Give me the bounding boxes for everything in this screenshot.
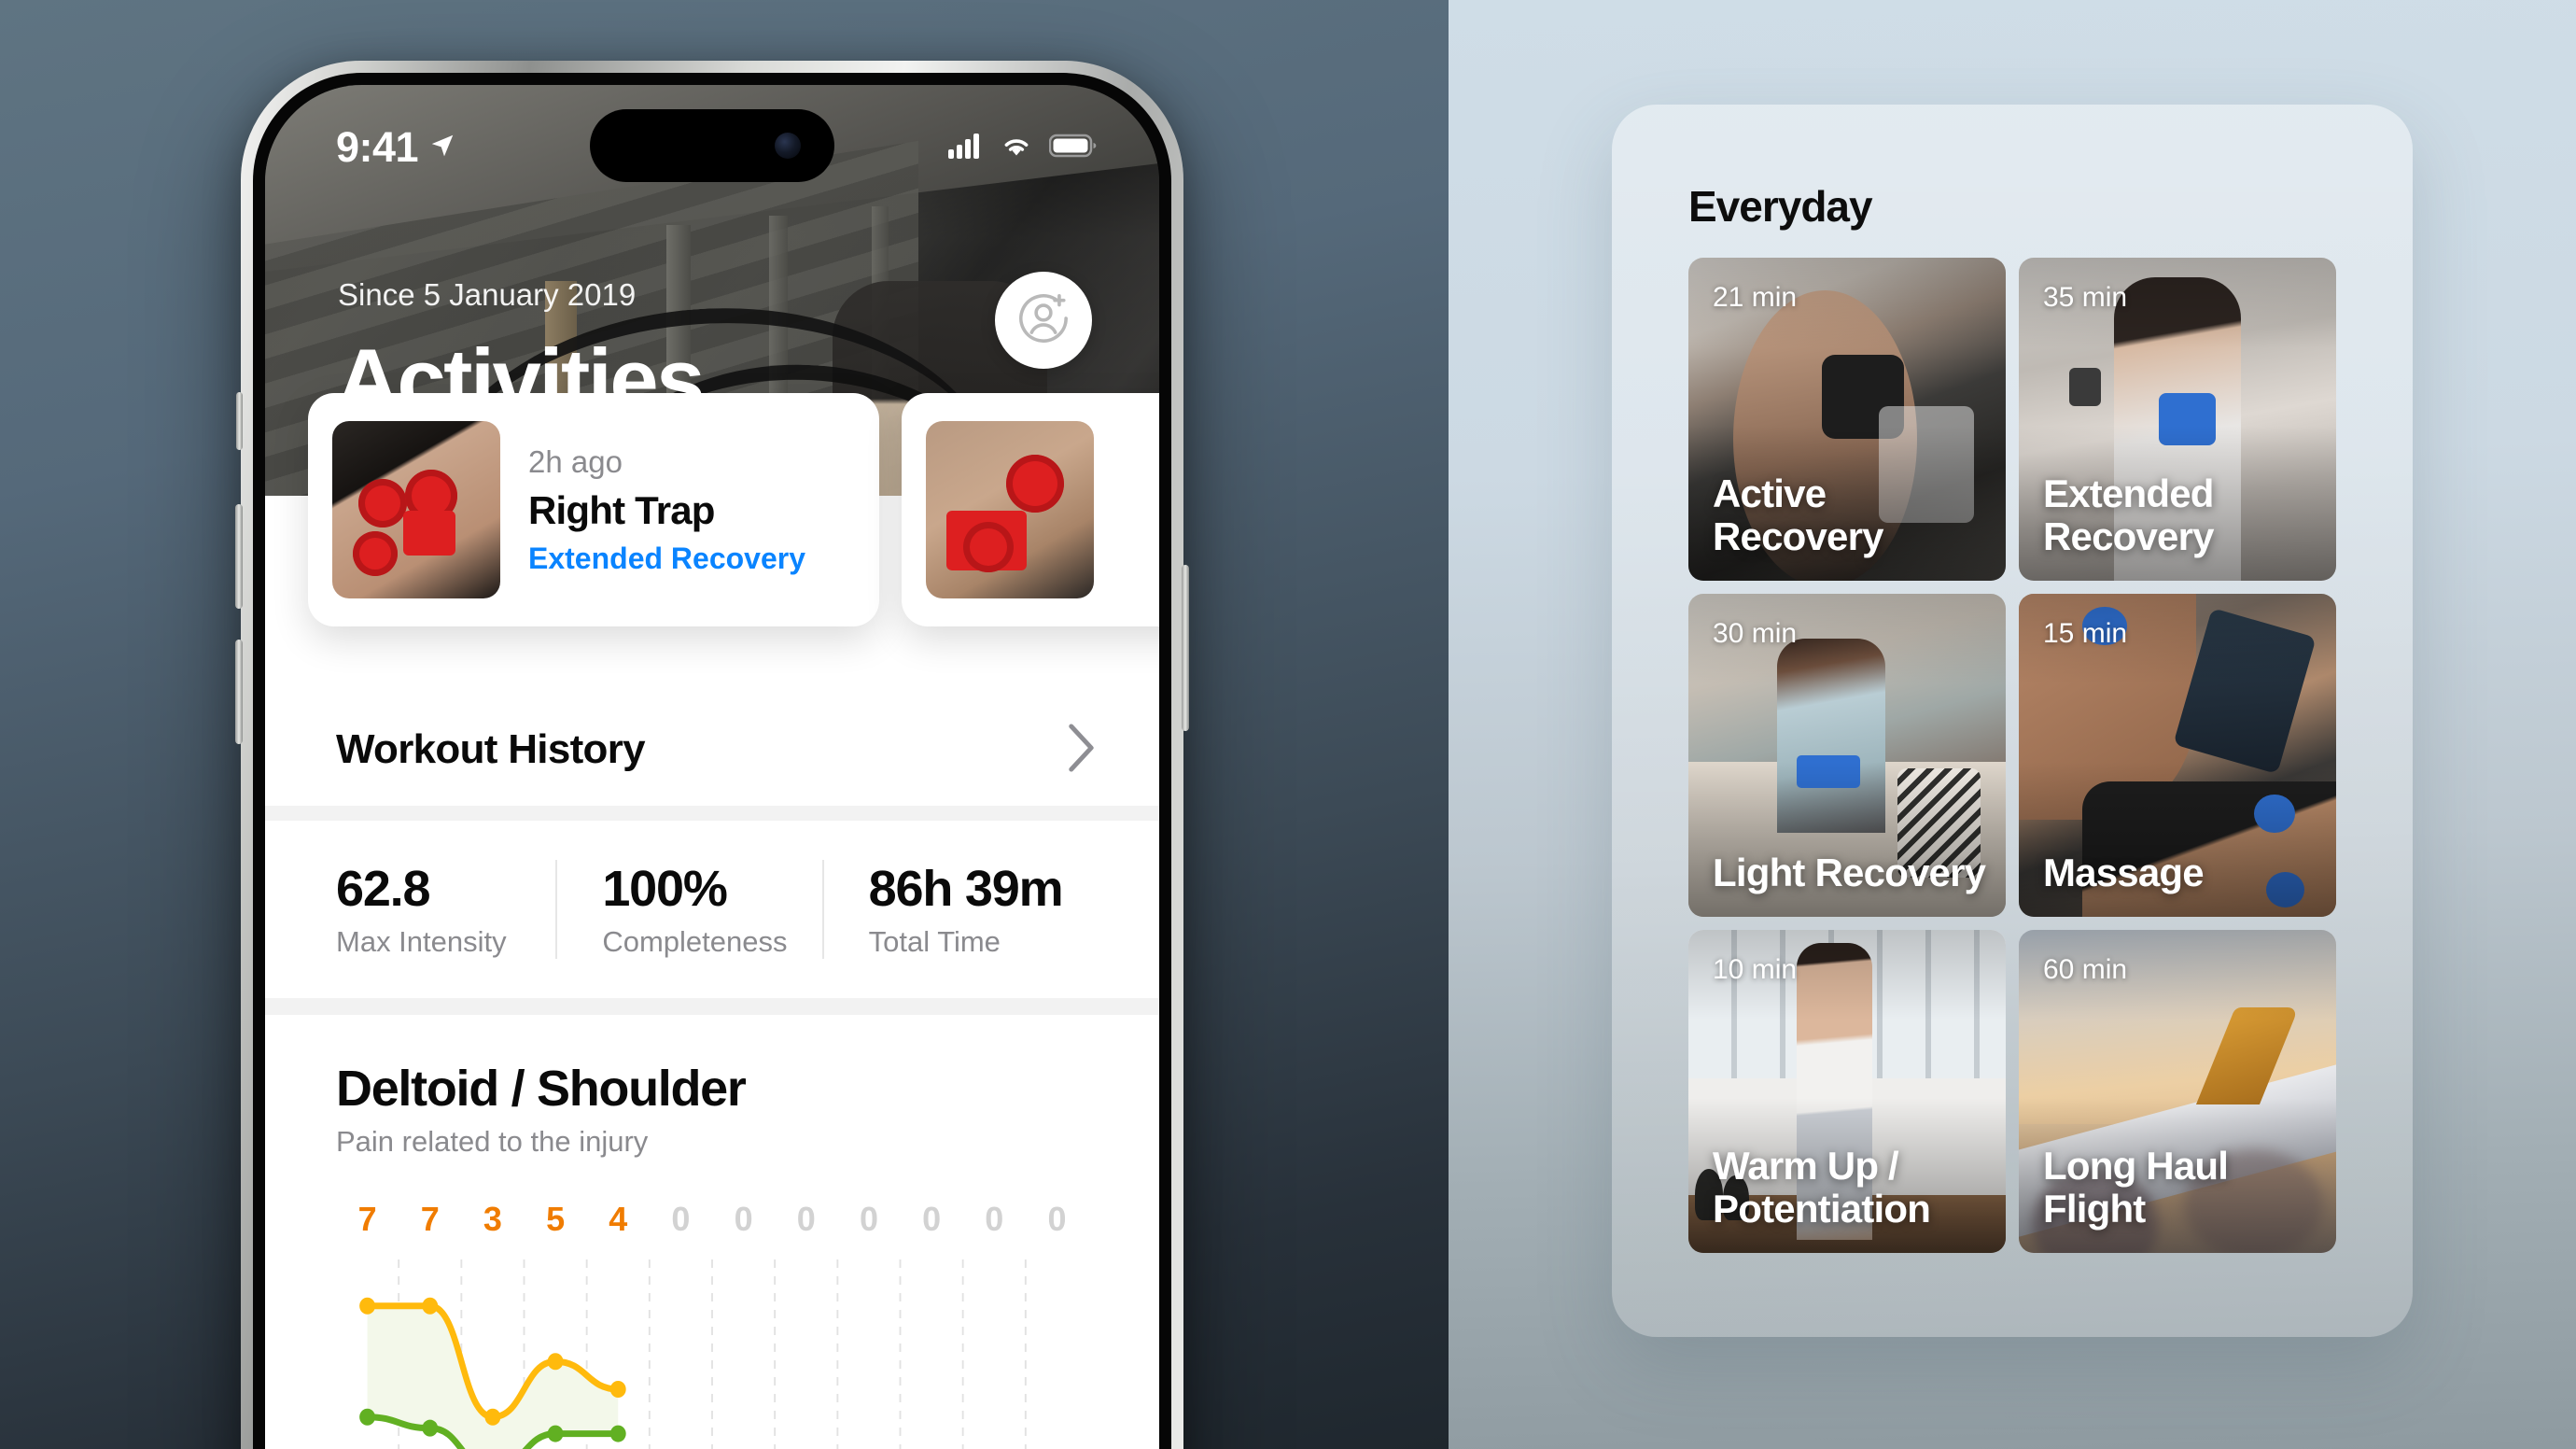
stat-completeness: 100% Completeness — [555, 860, 821, 959]
tile-duration: 15 min — [2043, 618, 2128, 649]
activity-thumbnail — [332, 421, 500, 598]
tile-name: Light Recovery — [1713, 850, 1986, 894]
since-label: Since 5 January 2019 — [338, 277, 637, 312]
chart-tick-label: 4 — [609, 1200, 628, 1238]
battery-full-icon — [1048, 133, 1098, 163]
activity-card[interactable] — [902, 393, 1159, 626]
tile-name: Extended Recovery — [2043, 471, 2215, 558]
cellular-bars-icon — [948, 133, 984, 163]
activity-card-rail[interactable]: 2h ago Right Trap Extended Recovery — [265, 393, 1159, 664]
chart-tick-label: 0 — [922, 1200, 942, 1238]
phone-bezel: 9:41 Since 5 January 2019 Activities 2h … — [253, 73, 1171, 1449]
chart-point — [609, 1381, 626, 1398]
tile-active-recovery[interactable]: 21 min Active Recovery — [1688, 258, 2006, 581]
chart-point — [484, 1408, 501, 1426]
tile-extended-recovery[interactable]: 35 min Extended Recovery — [2019, 258, 2336, 581]
activity-meta: 2h ago Right Trap Extended Recovery — [528, 444, 805, 576]
workout-history-label: Workout History — [336, 726, 646, 772]
chart-point — [422, 1419, 439, 1437]
chart-area: 7 7 3 5 4 0 0 0 0 0 0 0 — [336, 1200, 1088, 1449]
volume-down-button[interactable] — [235, 640, 243, 744]
tile-light-recovery[interactable]: 30 min Light Recovery — [1688, 594, 2006, 917]
tile-warm-up-potentiation[interactable]: 10 min Warm Up / Potentiation — [1688, 930, 2006, 1253]
tile-name: Long Haul Flight — [2043, 1143, 2229, 1231]
tile-duration: 21 min — [1713, 282, 1798, 313]
chart-point — [609, 1425, 626, 1442]
stat-value: 62.8 — [336, 861, 431, 917]
content-sheet: 2h ago Right Trap Extended Recovery Work… — [265, 393, 1159, 1449]
status-right — [948, 133, 1098, 163]
status-left: 9:41 — [336, 123, 456, 172]
tile-massage[interactable]: 15 min Massage — [2019, 594, 2336, 917]
tile-duration: 35 min — [2043, 282, 2128, 313]
section-divider — [265, 806, 1159, 821]
add-person-button[interactable] — [995, 272, 1092, 369]
tile-duration: 10 min — [1713, 954, 1798, 985]
chart-section: Deltoid / Shoulder Pain related to the i… — [265, 1015, 1159, 1449]
chart-tick-label: 7 — [357, 1200, 377, 1238]
chart-tick-label: 3 — [483, 1200, 502, 1238]
screenshot-stage: 9:41 Since 5 January 2019 Activities 2h … — [0, 0, 2576, 1449]
chart-tick-label: 5 — [546, 1200, 566, 1238]
chart-point — [359, 1297, 376, 1315]
chart-tick-label: 0 — [1047, 1200, 1067, 1238]
tile-name: Massage — [2043, 850, 2205, 894]
activity-name: Right Trap — [528, 487, 715, 532]
chart-tick-labels: 7 7 3 5 4 0 0 0 0 0 0 0 — [336, 1200, 1088, 1239]
stat-label: Completeness — [602, 925, 788, 958]
chevron-right-icon[interactable] — [1060, 722, 1098, 779]
stat-total-time: 86h 39m Total Time — [821, 860, 1088, 959]
everyday-title: Everyday — [1688, 182, 1873, 231]
phone-screen: 9:41 Since 5 January 2019 Activities 2h … — [265, 85, 1159, 1449]
chart-point — [547, 1425, 564, 1442]
chart-plot — [359, 1252, 1027, 1449]
stat-label: Total Time — [868, 925, 1001, 958]
activity-program: Extended Recovery — [528, 541, 806, 575]
chart-title: Deltoid / Shoulder — [336, 1061, 747, 1117]
wifi-icon — [1000, 133, 1033, 163]
phone-mockup: 9:41 Since 5 January 2019 Activities 2h … — [235, 61, 1189, 1449]
power-button[interactable] — [1182, 565, 1189, 731]
stats-row: 62.8 Max Intensity 100% Completeness 86h… — [265, 821, 1159, 998]
chart-tick-label: 0 — [671, 1200, 691, 1238]
chart-tick-label: 0 — [985, 1200, 1004, 1238]
activity-thumbnail — [926, 421, 1094, 598]
chart-point — [422, 1297, 439, 1315]
stat-value: 100% — [602, 861, 728, 917]
stat-label: Max Intensity — [336, 925, 507, 958]
location-arrow-icon — [428, 132, 456, 164]
stat-max-intensity: 62.8 Max Intensity — [336, 860, 555, 959]
everyday-tile-grid: 21 min Active Recovery 35 min Extended R… — [1688, 258, 2336, 1253]
chart-subtitle: Pain related to the injury — [336, 1125, 649, 1158]
stat-value: 86h 39m — [868, 861, 1064, 917]
chart-tick-label: 0 — [796, 1200, 816, 1238]
silent-switch[interactable] — [236, 392, 243, 450]
workout-history-row[interactable]: Workout History — [265, 694, 1159, 806]
chart-tick-label: 7 — [420, 1200, 440, 1238]
status-time: 9:41 — [336, 123, 419, 171]
volume-up-button[interactable] — [235, 504, 243, 609]
tile-name: Warm Up / Potentiation — [1713, 1143, 1931, 1231]
tile-duration: 60 min — [2043, 954, 2128, 985]
tile-name: Active Recovery — [1713, 471, 1884, 558]
add-person-icon — [1016, 291, 1071, 350]
section-divider — [265, 998, 1159, 1015]
tile-long-haul-flight[interactable]: 60 min Long Haul Flight — [2019, 930, 2336, 1253]
status-bar: 9:41 — [265, 85, 1159, 182]
activity-time: 2h ago — [528, 443, 623, 479]
page-title: Activities — [336, 331, 705, 429]
tile-duration: 30 min — [1713, 618, 1798, 649]
chart-point — [547, 1353, 564, 1371]
chart-tick-label: 0 — [859, 1200, 878, 1238]
chart-tick-label: 0 — [734, 1200, 753, 1238]
everyday-panel: Everyday 21 min Active Recovery 35 min E… — [1612, 105, 2413, 1337]
chart-point — [359, 1408, 376, 1426]
